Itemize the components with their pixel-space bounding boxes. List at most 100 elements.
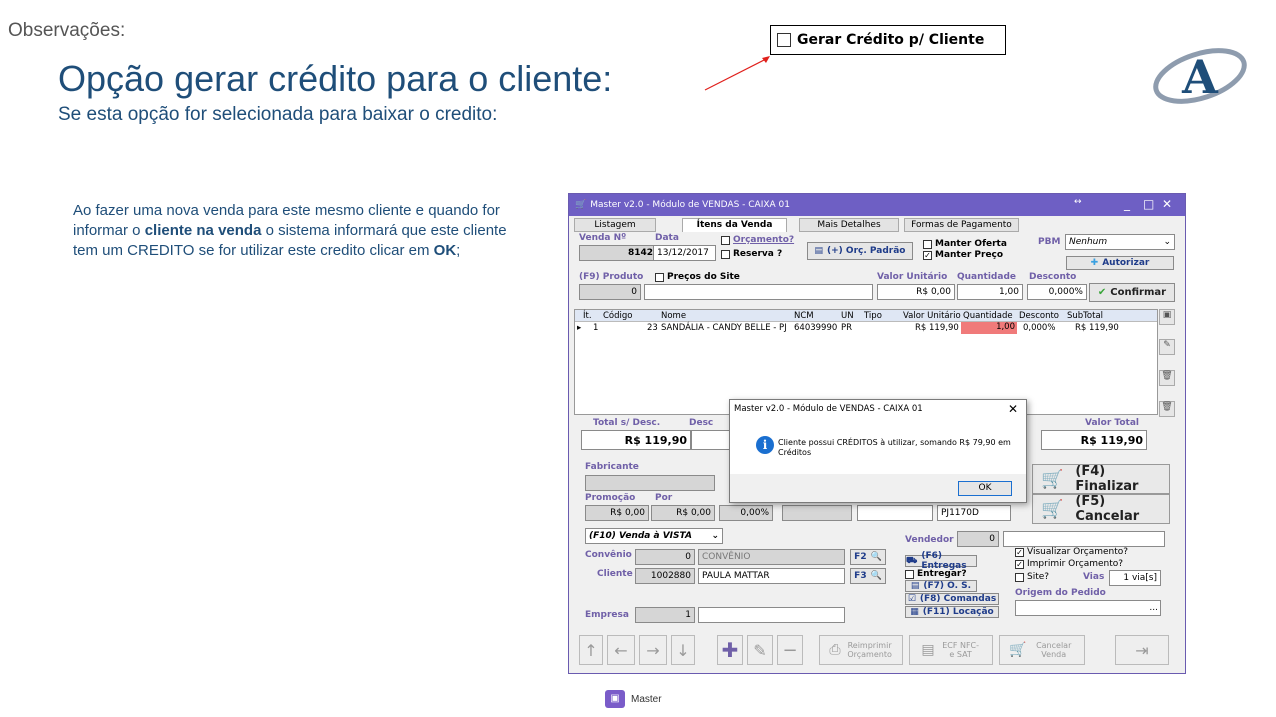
observacoes-label: Observações: <box>8 20 126 41</box>
convenio-code-field[interactable]: 0 <box>635 549 695 565</box>
promocao-field: R$ 0,00 <box>585 505 649 521</box>
locacao-button[interactable]: ▦ (F11) Locação <box>905 606 999 618</box>
left-arrow-icon[interactable]: ← <box>607 635 635 665</box>
entregas-button[interactable]: ⛟ (F6) Entregas <box>905 551 977 571</box>
valor-unitario-field[interactable]: R$ 0,00 <box>877 284 955 300</box>
tab-listagem[interactable]: Listagem <box>574 218 656 232</box>
venda-number-field: 8142 <box>579 245 657 261</box>
vendas-window: 🛒 Master v2.0 - Módulo de VENDAS - CAIXA… <box>568 193 1186 674</box>
minus-icon[interactable]: − <box>777 635 803 665</box>
ok-button[interactable]: OK <box>958 481 1012 496</box>
checklist-icon: ☑ <box>907 594 916 604</box>
minimize-icon[interactable]: _ <box>1124 197 1130 211</box>
valor-unitario-label: Valor Unitário <box>877 272 948 282</box>
image-icon[interactable]: ▣ <box>1159 309 1175 325</box>
up-arrow-icon[interactable]: ↑ <box>579 635 603 665</box>
desconto-field[interactable]: 0,000% <box>1027 284 1087 300</box>
extra-field-2 <box>857 505 933 521</box>
fabricante-field <box>585 475 715 491</box>
vendedor-code-field[interactable]: 0 <box>957 531 999 547</box>
precos-site-checkbox[interactable]: Preços do Site <box>655 272 740 282</box>
venda-label: Venda Nº <box>579 233 627 243</box>
down-arrow-icon[interactable]: ↓ <box>671 635 695 665</box>
right-arrow-icon[interactable]: → <box>639 635 667 665</box>
visualizar-orcamento-checkbox[interactable]: ✓ Visualizar Orçamento? <box>1015 547 1128 557</box>
f3-button[interactable]: F3 🔍 <box>850 568 886 584</box>
exit-icon[interactable]: ⇥ <box>1115 635 1169 665</box>
os-button[interactable]: ▤ (F7) O. S. <box>905 580 977 592</box>
col-tipo: Tipo <box>864 311 882 321</box>
ecf-button[interactable]: ▤ ECF NFC-e SAT <box>909 635 993 665</box>
trash-all-icon[interactable]: 🗑 <box>1159 401 1175 417</box>
col-un: UN <box>841 311 854 321</box>
quantity-cell: 1,00 <box>961 322 1017 334</box>
data-label: Data <box>655 233 679 243</box>
tab-mais-detalhes[interactable]: Mais Detalhes <box>799 218 899 232</box>
svg-text:A: A <box>1181 50 1219 104</box>
finalizar-button[interactable]: 🛒 (F4) Finalizar <box>1032 464 1170 494</box>
dialog-footer: OK <box>730 474 1026 502</box>
search-icon: 🔍 <box>870 571 882 581</box>
extra-field <box>782 505 852 521</box>
table-row[interactable]: ▸ 1 23 SANDÁLIA - CANDY BELLE - PJ 64039… <box>575 322 1157 334</box>
imprimir-orcamento-checkbox[interactable]: ✓ Imprimir Orçamento? <box>1015 559 1123 569</box>
vendedor-name-field[interactable] <box>1003 531 1165 547</box>
window-title: Master v2.0 - Módulo de VENDAS - CAIXA 0… <box>590 200 791 210</box>
maximize-icon[interactable]: □ <box>1143 197 1154 211</box>
vias-field[interactable]: 1 via[s] <box>1109 570 1161 586</box>
f2-button[interactable]: F2 🔍 <box>850 549 886 565</box>
por-field: R$ 0,00 <box>651 505 715 521</box>
edit-icon[interactable]: ✎ <box>1159 339 1175 355</box>
cancelar-venda-button[interactable]: 🛒 Cancelar Venda <box>999 635 1085 665</box>
reserva-checkbox[interactable]: Reserva ? <box>721 249 782 259</box>
cliente-code-field[interactable]: 1002880 <box>635 568 695 584</box>
comandas-button[interactable]: ☑ (F8) Comandas <box>905 593 999 605</box>
resize-icon[interactable]: ↔ <box>1074 197 1082 207</box>
master-brand: ▣ Master <box>605 690 662 708</box>
cancelar-button[interactable]: 🛒 (F5) Cancelar <box>1032 494 1170 524</box>
cliente-name-field[interactable]: PAULA MATTAR <box>698 568 845 584</box>
close-icon[interactable]: ✕ <box>1008 402 1018 416</box>
manter-preco-checkbox[interactable]: ✓ Manter Preço <box>923 250 1003 260</box>
produto-code-field[interactable]: 0 <box>579 284 641 300</box>
tab-itens-venda[interactable]: Ítens da Venda <box>682 218 787 232</box>
truck-icon: ⛟ <box>906 555 918 566</box>
empresa-code-field[interactable]: 1 <box>635 607 695 623</box>
add-icon[interactable]: ✚ <box>717 635 743 665</box>
close-icon[interactable]: ✕ <box>1162 197 1172 211</box>
desc-label: Desc <box>689 418 714 428</box>
data-field[interactable]: 13/12/2017 <box>653 245 716 261</box>
produto-name-field[interactable] <box>644 284 873 300</box>
ref-field: PJ1170D <box>937 505 1011 521</box>
site-checkbox[interactable]: Site? <box>1015 572 1049 582</box>
col-desconto: Desconto <box>1019 311 1059 321</box>
dialog-message: Cliente possui CRÉDITOS à utilizar, soma… <box>778 438 1011 457</box>
pencil-icon[interactable]: ✎ <box>747 635 773 665</box>
row-pointer-icon: ▸ <box>577 323 582 333</box>
master-brand-name: Master <box>631 693 662 705</box>
dialog-title: Master v2.0 - Módulo de VENDAS - CAIXA 0… <box>734 404 923 414</box>
origem-field[interactable]: ... <box>1015 600 1161 616</box>
quantidade-field[interactable]: 1,00 <box>957 284 1023 300</box>
entregar-checkbox[interactable]: Entregar? <box>905 569 967 579</box>
search-icon: 🔍 <box>870 552 882 562</box>
reimprimir-button[interactable]: ⎙ Reimprimir Orçamento <box>819 635 903 665</box>
col-valor-unitario: Valor Unitário <box>903 311 961 321</box>
desc-field <box>691 430 731 450</box>
autorizar-button[interactable]: ✚ Autorizar <box>1066 256 1174 270</box>
orcamento-checkbox[interactable]: Orçamento? <box>721 235 794 245</box>
cart-cancel-icon: 🛒 <box>1041 498 1064 520</box>
document-icon: ▤ <box>814 246 824 256</box>
orc-padrao-button[interactable]: ▤ (+) Orç. Padrão <box>807 242 913 260</box>
cart-icon: 🛒 <box>1009 641 1027 658</box>
empresa-name-field[interactable] <box>698 607 845 623</box>
venda-vista-select[interactable]: (F10) Venda à VISTA ⌄ <box>585 528 723 544</box>
confirmar-button[interactable]: ✔ Confirmar <box>1089 283 1175 302</box>
trash-icon[interactable]: 🗑 <box>1159 370 1175 386</box>
window-titlebar: 🛒 Master v2.0 - Módulo de VENDAS - CAIXA… <box>569 194 1185 216</box>
desconto-label: Desconto <box>1029 272 1077 282</box>
manter-oferta-checkbox[interactable]: Manter Oferta <box>923 239 1007 249</box>
vendedor-label: Vendedor <box>905 535 954 545</box>
tab-formas-pagamento[interactable]: Formas de Pagamento <box>904 218 1019 232</box>
pbm-select[interactable]: Nenhum ⌄ <box>1065 234 1175 250</box>
